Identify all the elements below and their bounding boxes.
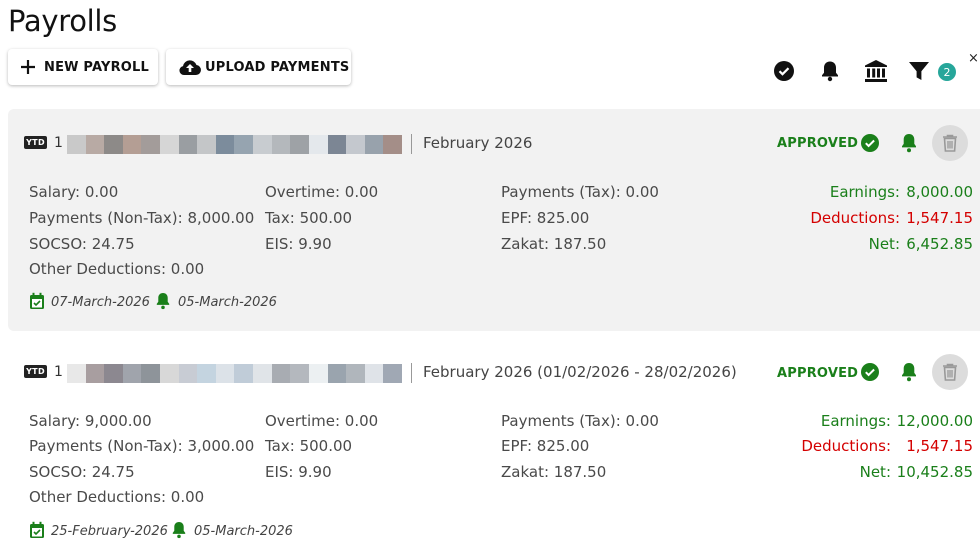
payments-non-tax-field: Payments (Non-Tax): 8,000.00 (29, 209, 255, 227)
check-circle-icon (861, 363, 879, 381)
employee-number: 1 (54, 364, 63, 380)
zakat-field: Zakat: 187.50 (501, 235, 607, 253)
notify-button[interactable] (900, 362, 918, 386)
earnings-value: 12,000.00 (896, 412, 973, 430)
trash-icon (943, 363, 957, 381)
status-badge: APPROVED (777, 366, 859, 381)
pay-date: 25-February-2026 (51, 524, 168, 539)
ytd-badge[interactable]: YTD (24, 136, 47, 149)
other-deductions-field: Other Deductions: 0.00 (29, 488, 205, 506)
approved-filter-button[interactable] (772, 59, 796, 83)
net-value: 6,452.85 (906, 235, 973, 253)
page-title: Payrolls (8, 4, 117, 38)
bank-button[interactable] (864, 59, 888, 83)
bank-icon (865, 60, 887, 82)
socso-field: SOCSO: 24.75 (29, 235, 135, 253)
payroll-period: February 2026 (423, 134, 533, 152)
employee-number: 1 (54, 135, 63, 151)
deductions-value: 1,547.15 (906, 209, 973, 227)
check-circle-icon (861, 134, 879, 152)
bell-icon (902, 363, 916, 382)
epf-field: EPF: 825.00 (501, 209, 590, 227)
tax-field: Tax: 500.00 (265, 437, 353, 455)
calendar-check-icon (29, 292, 45, 314)
employee-name-redacted (67, 364, 402, 383)
bell-icon (171, 521, 187, 543)
payments-tax-field: Payments (Tax): 0.00 (501, 412, 659, 430)
earnings-value: 8,000.00 (906, 183, 973, 201)
approve-button[interactable] (860, 362, 880, 386)
deductions-label: Deductions: (801, 437, 891, 455)
check-circle-icon (774, 61, 794, 81)
upload-payments-button[interactable]: UPLOAD PAYMENTS (166, 49, 351, 85)
payments-non-tax-field: Payments (Non-Tax): 3,000.00 (29, 437, 255, 455)
filter-count-badge: 2 (938, 63, 956, 81)
ytd-badge[interactable]: YTD (24, 365, 47, 378)
calendar-check-icon (29, 521, 45, 543)
pay-date: 07-March-2026 (51, 295, 150, 310)
epf-field: EPF: 825.00 (501, 437, 590, 455)
upload-payments-label: UPLOAD PAYMENTS (205, 59, 350, 75)
notify-button[interactable] (900, 133, 918, 157)
earnings-label: Earnings: (829, 183, 900, 201)
payroll-card[interactable]: YTD 1 February 2026 (01/02/2026 - 28/02/… (8, 340, 980, 560)
eis-field: EIS: 9.90 (265, 463, 332, 481)
overtime-field: Overtime: 0.00 (265, 183, 379, 201)
overtime-field: Overtime: 0.00 (265, 412, 379, 430)
bell-icon (902, 134, 916, 153)
new-payroll-label: NEW PAYROLL (44, 59, 150, 75)
socso-field: SOCSO: 24.75 (29, 463, 135, 481)
filter-icon (909, 62, 929, 80)
bell-icon (155, 292, 171, 314)
new-payroll-button[interactable]: NEW PAYROLL (8, 49, 158, 85)
close-button[interactable]: × (968, 51, 979, 66)
payroll-period: February 2026 (01/02/2026 - 28/02/2026) (423, 363, 737, 381)
bell-icon (822, 61, 838, 82)
divider (411, 363, 412, 383)
cloud-upload-icon (178, 58, 202, 76)
reminder-date: 05-March-2026 (194, 524, 293, 539)
tax-field: Tax: 500.00 (265, 209, 353, 227)
employee-name-redacted (67, 135, 402, 154)
trash-icon (943, 134, 957, 152)
divider (411, 134, 412, 154)
delete-button[interactable] (932, 125, 968, 161)
plus-icon (20, 59, 36, 75)
notifications-button[interactable] (818, 59, 842, 83)
payroll-card[interactable]: YTD 1 February 2026 APPROVED Salary: 0.0… (8, 109, 980, 331)
earnings-label: Earnings: (820, 412, 891, 430)
net-value: 10,452.85 (896, 463, 973, 481)
delete-button[interactable] (932, 354, 968, 390)
zakat-field: Zakat: 187.50 (501, 463, 607, 481)
deductions-label: Deductions: (810, 209, 900, 227)
reminder-date: 05-March-2026 (178, 295, 277, 310)
salary-field: Salary: 9,000.00 (29, 412, 152, 430)
approve-button[interactable] (860, 133, 880, 157)
other-deductions-field: Other Deductions: 0.00 (29, 260, 205, 278)
eis-field: EIS: 9.90 (265, 235, 332, 253)
status-badge: APPROVED (777, 136, 859, 151)
payments-tax-field: Payments (Tax): 0.00 (501, 183, 659, 201)
net-label: Net: (859, 463, 891, 481)
filter-button[interactable] (907, 59, 931, 83)
salary-field: Salary: 0.00 (29, 183, 119, 201)
deductions-value: 1,547.15 (906, 437, 973, 455)
net-label: Net: (868, 235, 900, 253)
